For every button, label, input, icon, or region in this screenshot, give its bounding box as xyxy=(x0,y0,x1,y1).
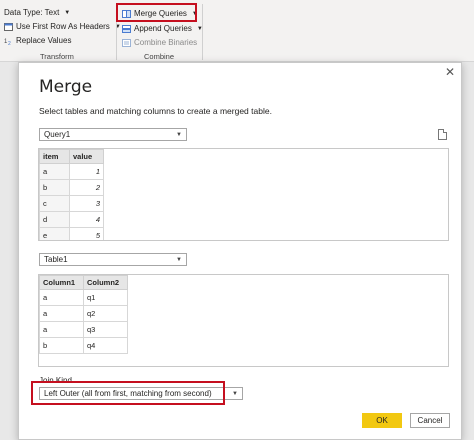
table-cell: 2 xyxy=(69,179,104,196)
chevron-down-icon: ▼ xyxy=(232,390,238,397)
table-cell: e xyxy=(39,227,70,240)
join-kind-highlight xyxy=(31,381,225,405)
table-row: e5 xyxy=(39,227,104,240)
column-header[interactable]: Column2 xyxy=(83,275,128,290)
table-cell: b xyxy=(39,179,70,196)
close-icon[interactable]: ✕ xyxy=(445,65,455,79)
table-cell: c xyxy=(39,195,70,212)
table-cell: b xyxy=(39,337,84,354)
first-table-select[interactable]: Query1 ▼ xyxy=(39,128,187,141)
table-cell: 4 xyxy=(69,211,104,228)
headers-icon xyxy=(4,22,13,31)
second-table-selected: Table1 xyxy=(44,255,68,264)
append-icon xyxy=(122,24,131,33)
ribbon-separator xyxy=(202,4,203,60)
dialog-subtitle: Select tables and matching columns to cr… xyxy=(39,106,272,116)
table-cell: q1 xyxy=(83,289,128,306)
table-cell: q3 xyxy=(83,321,128,338)
merge-queries-highlight xyxy=(116,3,197,22)
table-cell: 5 xyxy=(69,227,104,240)
column-header[interactable]: item xyxy=(39,149,70,164)
table-row: a q2 xyxy=(39,305,128,322)
first-table-selected: Query1 xyxy=(44,130,71,139)
svg-text:2: 2 xyxy=(8,41,11,45)
first-table-grid: item value a1 b2 c3 d4 e5 xyxy=(39,149,104,240)
ok-button[interactable]: OK xyxy=(362,413,402,428)
table-header-row: Column1 Column2 xyxy=(39,275,128,290)
table-row: a q1 xyxy=(39,289,128,306)
use-first-row-button[interactable]: Use First Row As Headers ▼ xyxy=(4,22,121,31)
table-cell: q4 xyxy=(83,337,128,354)
table-cell: a xyxy=(39,163,70,180)
table-cell: a xyxy=(39,321,84,338)
dialog-title: Merge xyxy=(39,77,93,97)
cancel-button[interactable]: Cancel xyxy=(410,413,450,428)
merge-dialog: ✕ Merge Select tables and matching colum… xyxy=(18,62,462,440)
ribbon: Data Type: Text ▼ Use First Row As Heade… xyxy=(0,0,474,62)
table-row: a q3 xyxy=(39,321,128,338)
document-icon[interactable] xyxy=(438,129,447,140)
second-table-select[interactable]: Table1 ▼ xyxy=(39,253,187,266)
table-cell: d xyxy=(39,211,70,228)
table-row: b q4 xyxy=(39,337,128,354)
combine-binaries-button[interactable]: Combine Binaries xyxy=(122,38,197,47)
combine-binaries-label: Combine Binaries xyxy=(134,38,198,47)
replace-values-button[interactable]: 12 Replace Values xyxy=(4,36,71,45)
first-table-preview: item value a1 b2 c3 d4 e5 xyxy=(38,148,449,241)
table-cell: a xyxy=(39,305,84,322)
second-table-preview: Column1 Column2 a q1 a q2 a q3 b q4 xyxy=(38,274,449,367)
use-first-row-label: Use First Row As Headers xyxy=(16,22,110,31)
chevron-down-icon: ▼ xyxy=(176,131,182,138)
chevron-down-icon: ▼ xyxy=(64,9,71,16)
data-type-label: Data Type: Text xyxy=(4,8,60,17)
table-row: b2 xyxy=(39,179,104,196)
table-cell: a xyxy=(39,289,84,306)
column-header[interactable]: Column1 xyxy=(39,275,84,290)
table-cell: 3 xyxy=(69,195,104,212)
table-header-row: item value xyxy=(39,149,104,164)
editor-background xyxy=(462,62,474,440)
chevron-down-icon: ▼ xyxy=(176,256,182,263)
table-row: c3 xyxy=(39,195,104,212)
append-queries-label: Append Queries xyxy=(134,24,192,33)
combine-icon xyxy=(122,38,131,47)
replace-values-label: Replace Values xyxy=(16,36,72,45)
table-cell: 1 xyxy=(69,163,104,180)
column-header[interactable]: value xyxy=(69,149,104,164)
table-row: d4 xyxy=(39,211,104,228)
second-table-grid: Column1 Column2 a q1 a q2 a q3 b q4 xyxy=(39,275,128,354)
combine-group-label: Combine xyxy=(144,52,175,61)
replace-icon: 12 xyxy=(4,39,11,45)
editor-background xyxy=(0,62,18,440)
table-row: a1 xyxy=(39,163,104,180)
append-queries-button[interactable]: Append Queries ▼ xyxy=(122,24,203,33)
table-cell: q2 xyxy=(83,305,128,322)
data-type-dropdown[interactable]: Data Type: Text ▼ xyxy=(4,8,70,17)
transform-group-label: Transform xyxy=(40,52,74,61)
